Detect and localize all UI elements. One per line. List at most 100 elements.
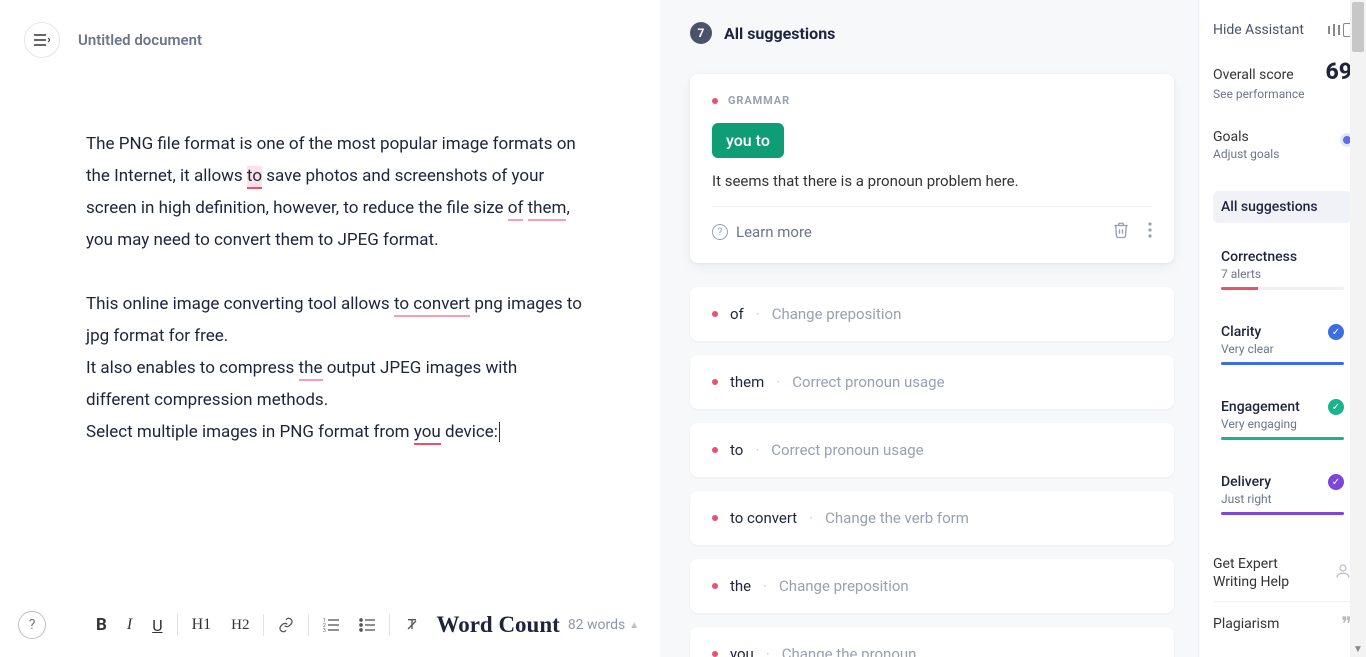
category-dot-icon [712,98,718,104]
category-title: Correctness [1221,249,1344,265]
italic-button[interactable]: I [117,616,142,634]
word-count-caret-icon[interactable]: ▲ [629,620,639,631]
separator: · [776,373,780,391]
text-run: device: [441,422,498,442]
overall-score-label: Overall score [1213,67,1294,83]
plagiarism-label: Plagiarism [1213,615,1279,633]
ordered-list-button[interactable]: 123 [313,618,349,632]
h2-button[interactable]: H2 [221,617,259,634]
text-run: This online image converting tool allows [86,294,394,314]
svg-text:3: 3 [323,628,326,632]
assistant-sidebar: Hide Assistant Overall score 69 See perf… [1198,0,1366,657]
see-performance-link[interactable]: See performance [1213,87,1352,101]
category-title: Engagement [1221,399,1300,415]
underline-button[interactable]: U [142,616,172,635]
suggestion-word: the [730,577,751,595]
suggestion-word: to convert [730,509,797,527]
document-title[interactable]: Untitled document [78,31,202,49]
category-title: Delivery [1221,474,1271,490]
category-sub: 7 alerts [1221,267,1344,281]
adjust-goals-link[interactable]: Adjust goals [1213,147,1352,161]
h1-button[interactable]: H1 [182,616,222,634]
plagiarism-link[interactable]: Plagiarism ❞ [1213,601,1352,647]
category-dot-icon [712,447,718,453]
scrollbar-thumb[interactable] [1352,2,1364,52]
check-icon: ✓ [1328,474,1344,490]
suggestion-word: you [730,645,754,657]
category-dot-icon [712,311,718,317]
separator: · [756,305,760,323]
link-button[interactable] [268,617,304,633]
help-icon[interactable]: ? [18,611,46,639]
menu-button[interactable] [24,22,60,58]
panel-toggle-icon[interactable] [1328,23,1352,37]
flagged-word-you[interactable]: you [414,422,441,445]
category-engagement[interactable]: Engagement ✓ Very engaging [1213,391,1352,448]
editor-pane: Untitled document The PNG file format is… [0,0,660,657]
suggestion-hint: Correct pronoun usage [792,373,944,391]
suggestion-item[interactable]: of · Change preposition [690,287,1174,341]
bold-button[interactable]: B [86,615,117,635]
more-options-icon[interactable] [1148,222,1152,242]
learn-more-link[interactable]: ? Learn more [712,223,812,241]
check-icon: ✓ [1328,399,1344,415]
expert-help-link[interactable]: Get Expert Writing Help [1213,545,1352,601]
suggestion-item[interactable]: to convert·Change the verb form [690,491,1174,545]
flagged-word-them[interactable]: them [528,198,567,221]
clear-format-button[interactable] [394,617,430,633]
suggestion-item[interactable]: to · Correct pronoun usage [690,423,1174,477]
suggestion-hint: Change the pronoun [782,645,917,657]
flagged-word-to[interactable]: to [247,166,262,189]
suggestion-card-expanded[interactable]: GRAMMAR you to It seems that there is a … [690,74,1174,263]
text-run: Select multiple images in PNG format fro… [86,422,414,442]
word-count-value: 82 words [568,617,625,633]
category-dot-icon [712,583,718,589]
category-sub: Very clear [1221,342,1344,356]
expert-help-label: Get Expert Writing Help [1213,555,1323,591]
category-dot-icon [712,379,718,385]
suggestion-word: of [730,305,744,323]
category-all-suggestions[interactable]: All suggestions [1213,191,1352,223]
suggestion-item[interactable]: the·Change preposition [690,559,1174,613]
category-delivery[interactable]: Delivery ✓ Just right [1213,466,1352,523]
category-correctness[interactable]: Correctness 7 alerts [1213,241,1352,298]
category-clarity[interactable]: Clarity ✓ Very clear [1213,316,1352,373]
suggestion-description: It seems that there is a pronoun problem… [712,172,1152,190]
separator: · [766,645,770,657]
suggestion-hint: Correct pronoun usage [771,441,923,459]
dismiss-icon[interactable] [1112,221,1130,243]
scroll-down-icon[interactable]: ▼ [1350,641,1366,657]
suggestion-count-badge: 7 [690,22,712,44]
category-sub: Just right [1221,492,1344,506]
category-title: Clarity [1221,324,1261,340]
category-bar [1221,437,1344,440]
suggestion-item[interactable]: you · Change the pronoun [690,627,1174,657]
format-toolbar: ? B I U H1 H2 123 Word Count 82 words ▲ [10,603,650,647]
suggestion-item[interactable]: them · Correct pronoun usage [690,355,1174,409]
flagged-word-to-convert[interactable]: to convert [394,294,470,317]
suggestion-word: to [730,441,743,459]
word-count-label[interactable]: Word Count [436,612,559,638]
hide-assistant-link[interactable]: Hide Assistant [1213,22,1304,38]
category-bar [1221,512,1344,515]
editor-content[interactable]: The PNG file format is one of the most p… [24,58,584,448]
overall-score-value: 69 [1325,58,1352,85]
separator: · [763,577,767,595]
apply-fix-button[interactable]: you to [712,123,784,158]
text-cursor [499,422,500,442]
unordered-list-button[interactable] [349,618,385,632]
flagged-word-the[interactable]: the [299,358,323,381]
learn-more-label: Learn more [736,223,812,241]
scrollbar-track[interactable]: ▲ ▼ [1350,0,1366,657]
text-run: It also enables to compress [86,358,299,378]
category-dot-icon [712,515,718,521]
separator: · [755,441,759,459]
category-sub: Very engaging [1221,417,1344,431]
suggestion-word: them [730,373,764,391]
info-icon: ? [712,224,728,240]
suggestions-title: All suggestions [724,24,835,43]
category-dot-icon [712,651,718,657]
flagged-word-of[interactable]: of [508,198,524,221]
category-title: All suggestions [1221,199,1344,215]
suggestion-hint: Change preposition [772,305,902,323]
